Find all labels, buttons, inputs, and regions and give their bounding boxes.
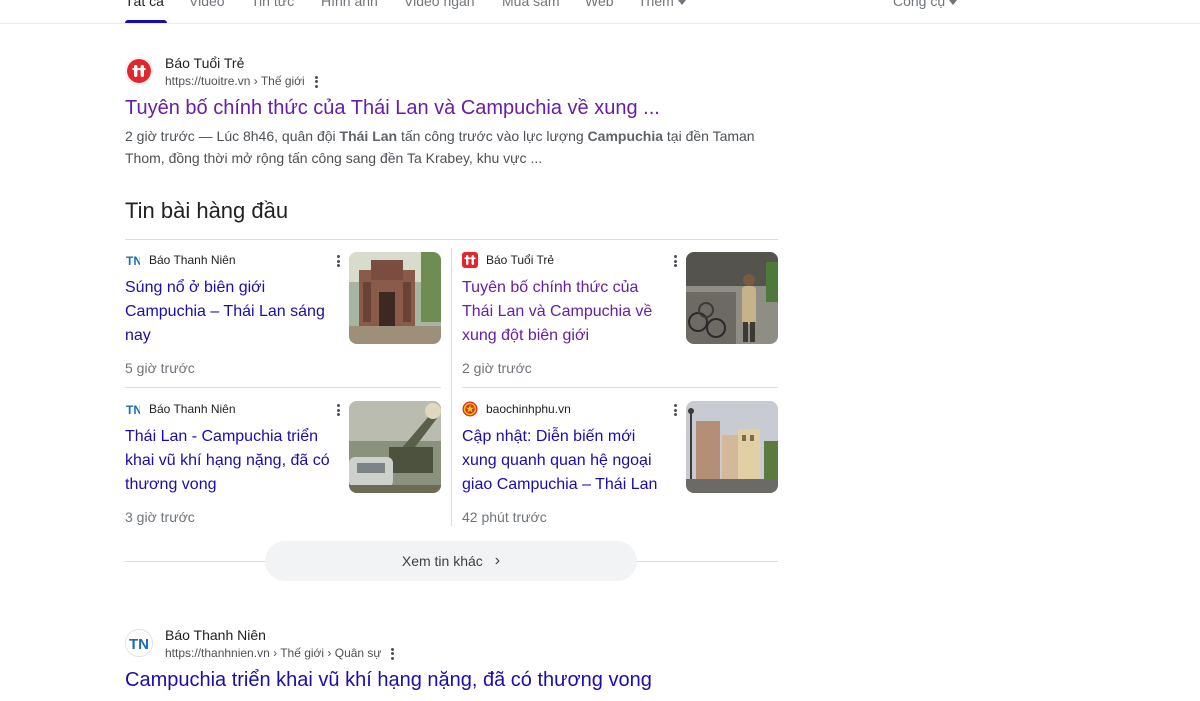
news-card[interactable]: TN Báo Thanh Niên Súng nổ ở biên giới Ca… <box>125 240 441 380</box>
news-card[interactable]: baochinhphu.vn Cập nhật: Diễn biến mới x… <box>462 389 778 529</box>
result-site-name: Báo Thanh Niên <box>165 627 266 643</box>
news-thumbnail-image[interactable] <box>686 401 778 493</box>
chevron-down-icon <box>677 0 686 5</box>
tab-video[interactable]: Video <box>189 0 225 9</box>
vietnam-emblem-icon <box>462 401 478 417</box>
tab-all[interactable]: Tất cả <box>125 0 164 9</box>
tools-button[interactable]: Công cụ <box>893 0 958 9</box>
news-card-title[interactable]: Tuyên bố chính thức của Thái Lan và Camp… <box>462 276 672 348</box>
result-site-name: Báo Tuổi Trẻ <box>165 55 245 71</box>
more-options-icon[interactable] <box>674 255 677 267</box>
result-url-text: https://thanhnien.vn › Thế giới › Quân s… <box>165 646 382 660</box>
news-card-source-name: Báo Thanh Niên <box>149 402 236 416</box>
result-title-link[interactable]: Campuchia triển khai vũ khí hạng nặng, đ… <box>125 667 785 693</box>
news-card-source-name: baochinhphu.vn <box>486 402 571 416</box>
news-card-time: 42 phút trước <box>462 509 547 525</box>
news-card-source: Báo Tuổi Trẻ <box>462 252 554 268</box>
news-card-title[interactable]: Thái Lan - Campuchia triển khai vũ khí h… <box>125 425 335 497</box>
news-card-source: TN Báo Thanh Niên <box>125 401 236 417</box>
result-title-link[interactable]: Tuyên bố chính thức của Thái Lan và Camp… <box>125 95 785 121</box>
tab-news[interactable]: Tin tức <box>251 0 294 9</box>
more-options-icon[interactable] <box>337 255 340 267</box>
news-card[interactable]: TN Báo Thanh Niên Thái Lan - Campuchia t… <box>125 389 441 529</box>
news-card-time: 2 giờ trước <box>462 360 532 376</box>
result-url: https://thanhnien.vn › Thế giới › Quân s… <box>165 646 395 660</box>
tuoitre-logo-icon <box>462 252 478 268</box>
chevron-right-icon: › <box>494 552 501 569</box>
news-thumbnail-image[interactable] <box>349 401 441 493</box>
tab-shopping[interactable]: Mua sắm <box>502 0 560 9</box>
tab-short-videos[interactable]: Video ngắn <box>404 0 475 9</box>
news-card-title[interactable]: Súng nổ ở biên giới Campuchia – Thái Lan… <box>125 276 335 348</box>
result-url: https://tuoitre.vn › Thế giới <box>165 74 318 88</box>
news-thumbnail-image[interactable] <box>349 252 441 344</box>
tools-label: Công cụ <box>893 0 946 9</box>
snippet-text: tấn công trước vào lực lượng <box>397 128 588 144</box>
search-result-thanhnien: TN Báo Thanh Niên https://thanhnien.vn ›… <box>125 627 785 693</box>
more-news-button[interactable]: Xem tin khác › <box>265 541 637 581</box>
snippet-highlight: Thái Lan <box>339 128 398 144</box>
news-card-time: 3 giờ trước <box>125 509 195 525</box>
snippet-time: 2 giờ trước — Lúc 8h46, quân đội <box>125 128 340 144</box>
snippet-highlight: Campuchia <box>587 128 664 144</box>
news-card-source: TN Báo Thanh Niên <box>125 252 236 268</box>
more-news-label: Xem tin khác <box>401 553 483 569</box>
news-card-source-name: Báo Thanh Niên <box>149 253 236 267</box>
tab-more[interactable]: Thêm <box>638 0 686 9</box>
more-options-icon[interactable] <box>337 404 340 416</box>
news-thumbnail-image[interactable] <box>686 252 778 344</box>
thanhnien-logo-icon: TN <box>125 252 141 268</box>
news-card-title[interactable]: Cập nhật: Diễn biến mới xung quanh quan … <box>462 425 672 497</box>
news-card-time: 5 giờ trước <box>125 360 195 376</box>
svg-text:TN: TN <box>129 636 149 651</box>
news-card-divider <box>125 387 441 388</box>
more-options-icon[interactable] <box>674 404 677 416</box>
more-options-icon[interactable] <box>314 75 318 88</box>
result-source[interactable]: Báo Tuổi Trẻ https://tuoitre.vn › Thế gi… <box>125 55 785 95</box>
tab-images[interactable]: Hình ảnh <box>321 0 378 9</box>
thanhnien-logo-icon: TN <box>125 629 153 657</box>
result-snippet: 2 giờ trước — Lúc 8h46, quân đội Thái La… <box>125 125 765 169</box>
top-stories-heading: Tin bài hàng đầu <box>125 198 289 223</box>
more-options-icon[interactable] <box>391 647 395 660</box>
tab-more-label: Thêm <box>638 0 674 9</box>
news-card-source-name: Báo Tuổi Trẻ <box>486 253 555 267</box>
active-tab-indicator <box>125 20 167 23</box>
svg-text:TN: TN <box>126 254 140 266</box>
svg-text:TN: TN <box>126 403 140 415</box>
news-card-divider <box>462 387 778 388</box>
thanhnien-logo-icon: TN <box>125 401 141 417</box>
search-result-tuoitre: Báo Tuổi Trẻ https://tuoitre.vn › Thế gi… <box>125 55 785 169</box>
tuoitre-logo-icon <box>125 57 153 85</box>
news-card[interactable]: Báo Tuổi Trẻ Tuyên bố chính thức của Thá… <box>462 240 778 380</box>
news-column-divider <box>451 248 452 526</box>
search-tabs: Tất cả Video Tin tức Hình ảnh Video ngắn… <box>0 0 1200 24</box>
result-url-text: https://tuoitre.vn › Thế giới <box>165 74 305 88</box>
news-card-source: baochinhphu.vn <box>462 401 571 417</box>
chevron-down-icon <box>949 0 958 5</box>
tab-web[interactable]: Web <box>585 0 614 9</box>
result-source[interactable]: TN Báo Thanh Niên https://thanhnien.vn ›… <box>125 627 785 667</box>
